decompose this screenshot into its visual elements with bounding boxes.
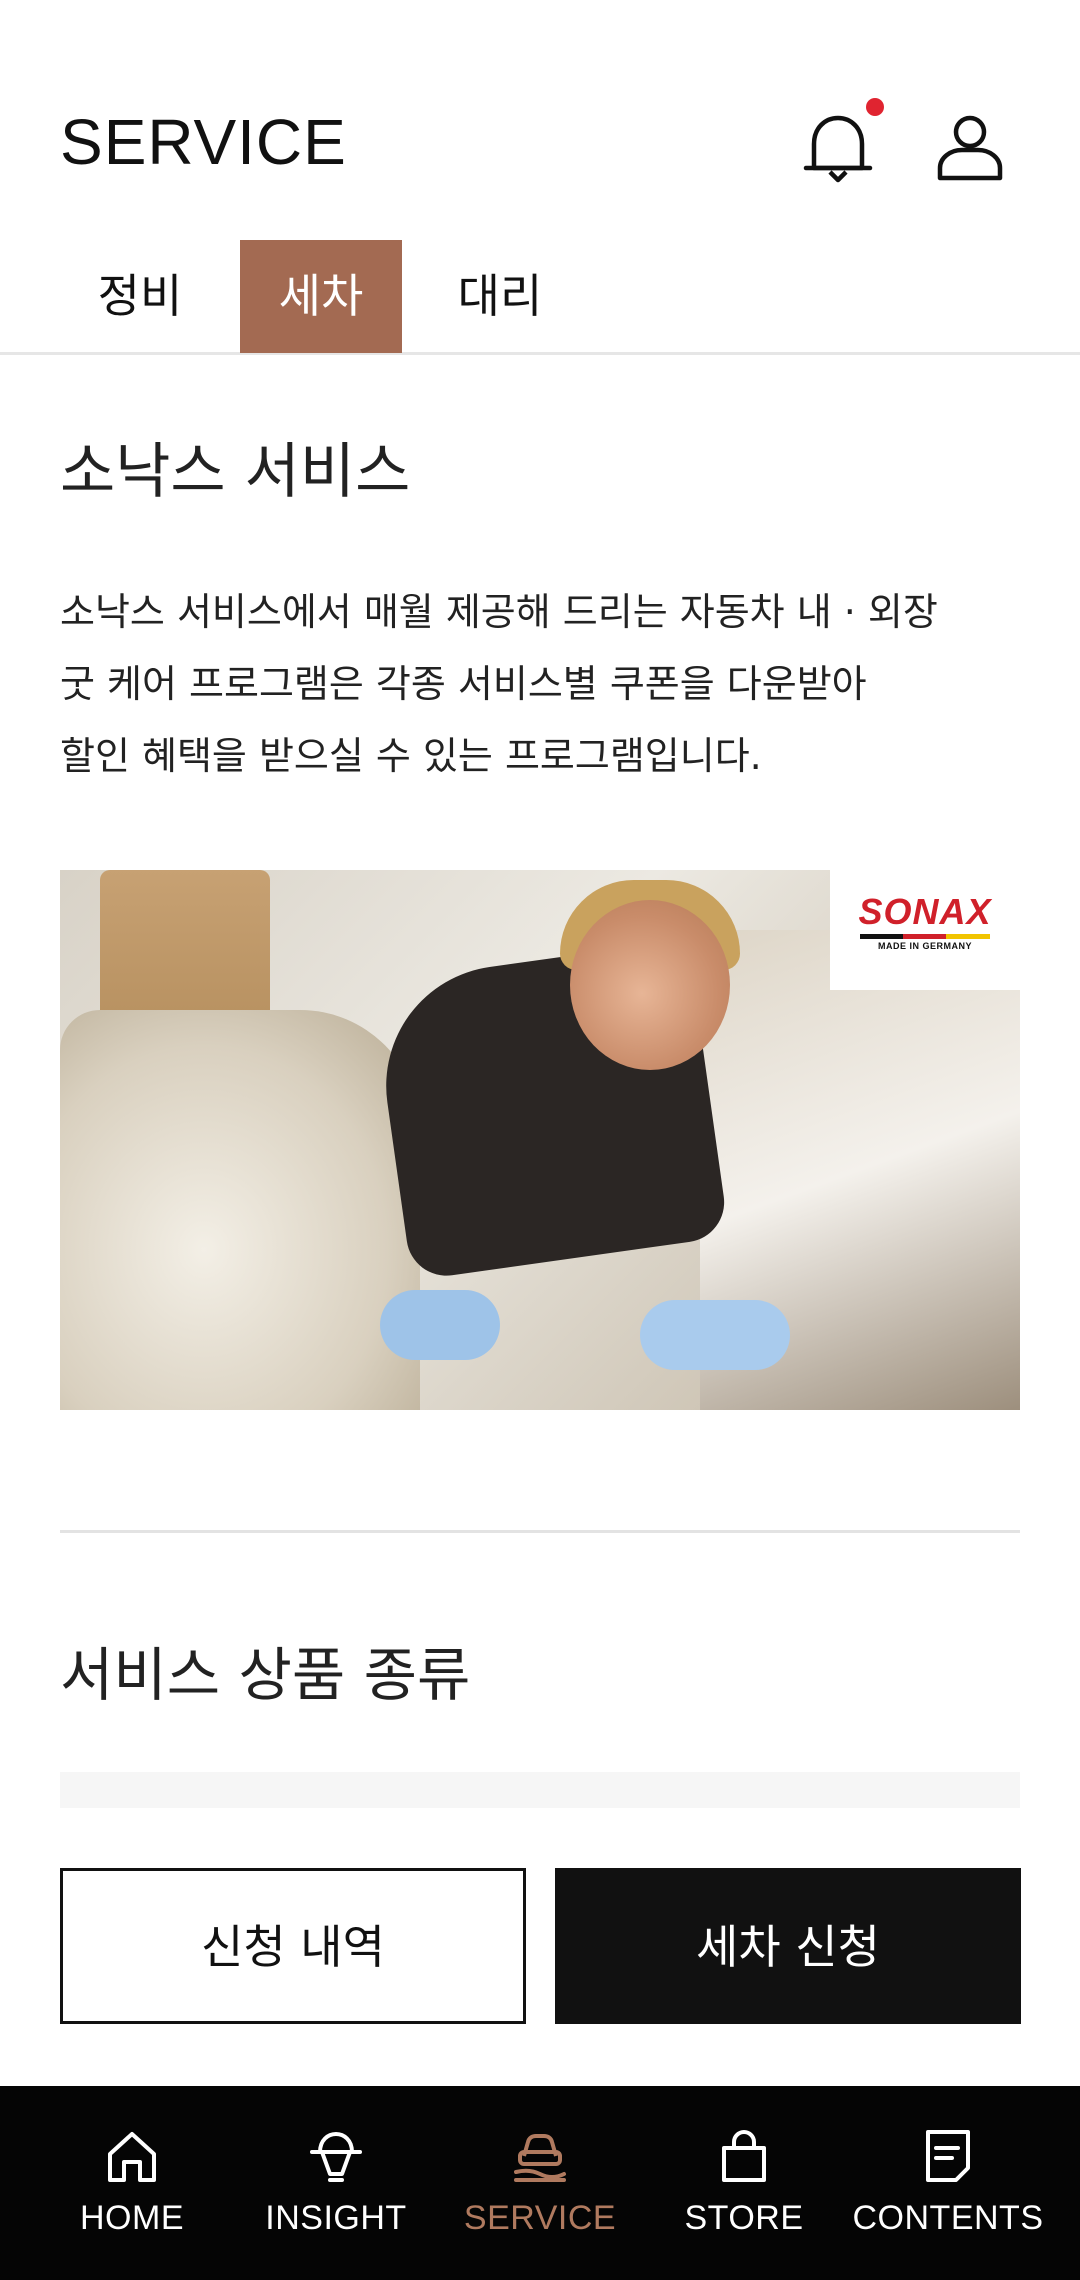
tab-maintenance[interactable]: 정비 bbox=[80, 240, 200, 353]
divider bbox=[60, 1530, 1020, 1533]
sonax-logo: SONAX MADE IN GERMANY bbox=[830, 870, 1020, 990]
photo-glove bbox=[640, 1300, 790, 1370]
nav-home[interactable]: HOME bbox=[24, 2086, 240, 2280]
photo-car-seat bbox=[60, 1010, 420, 1410]
nav-label: INSIGHT bbox=[265, 2199, 407, 2237]
service-icon bbox=[514, 2134, 566, 2182]
promo-image: SONAX MADE IN GERMANY bbox=[60, 870, 1020, 1410]
description-line: 굿 케어 프로그램은 각종 서비스별 쿠폰을 다운받아 bbox=[60, 662, 867, 706]
description-line: 할인 혜택을 받으실 수 있는 프로그램입니다. bbox=[60, 734, 762, 778]
document-icon bbox=[926, 2130, 970, 2182]
photo-glove bbox=[380, 1290, 500, 1360]
product-list[interactable] bbox=[60, 1772, 1020, 1808]
bottom-nav: HOME INSIGHT SERVICE STORE CONTENTS bbox=[0, 2086, 1080, 2280]
notification-badge bbox=[866, 98, 884, 116]
wash-request-button[interactable]: 세차 신청 bbox=[555, 1868, 1021, 2024]
tab-car-wash[interactable]: 세차 bbox=[240, 240, 402, 353]
insight-icon bbox=[310, 2131, 362, 2182]
nav-label: SERVICE bbox=[463, 2199, 617, 2237]
products-title: 서비스 상품 종류 bbox=[60, 1641, 471, 1709]
nav-insight[interactable]: INSIGHT bbox=[228, 2086, 444, 2280]
page-title: SERVICE bbox=[60, 106, 347, 178]
nav-contents[interactable]: CONTENTS bbox=[840, 2086, 1056, 2280]
nav-store[interactable]: STORE bbox=[636, 2086, 852, 2280]
app-header: SERVICE bbox=[0, 0, 1080, 240]
user-icon[interactable] bbox=[930, 108, 1010, 188]
logo-stripe bbox=[860, 934, 990, 939]
logo-text: SONAX bbox=[858, 891, 992, 932]
tab-valet[interactable]: 대리 bbox=[440, 240, 560, 353]
service-description: 소낙스 서비스에서 매월 제공해 드리는 자동차 내 · 외장 굿 케어 프로그… bbox=[60, 576, 1020, 792]
nav-label: HOME bbox=[80, 2199, 184, 2237]
logo-subtext: MADE IN GERMANY bbox=[877, 941, 972, 951]
nav-service[interactable]: SERVICE bbox=[432, 2086, 648, 2280]
section-title: 소낙스 서비스 bbox=[60, 437, 411, 507]
history-button[interactable]: 신청 내역 bbox=[60, 1868, 526, 2024]
service-tabs: 정비 세차 대리 bbox=[0, 240, 1080, 355]
shopping-bag-icon bbox=[722, 2129, 766, 2182]
photo-technician-head bbox=[570, 900, 730, 1070]
nav-label: STORE bbox=[684, 2199, 804, 2237]
nav-label: CONTENTS bbox=[852, 2199, 1044, 2237]
home-icon bbox=[108, 2132, 156, 2182]
bell-icon[interactable] bbox=[798, 108, 878, 188]
description-line: 소낙스 서비스에서 매월 제공해 드리는 자동차 내 · 외장 bbox=[60, 590, 938, 634]
